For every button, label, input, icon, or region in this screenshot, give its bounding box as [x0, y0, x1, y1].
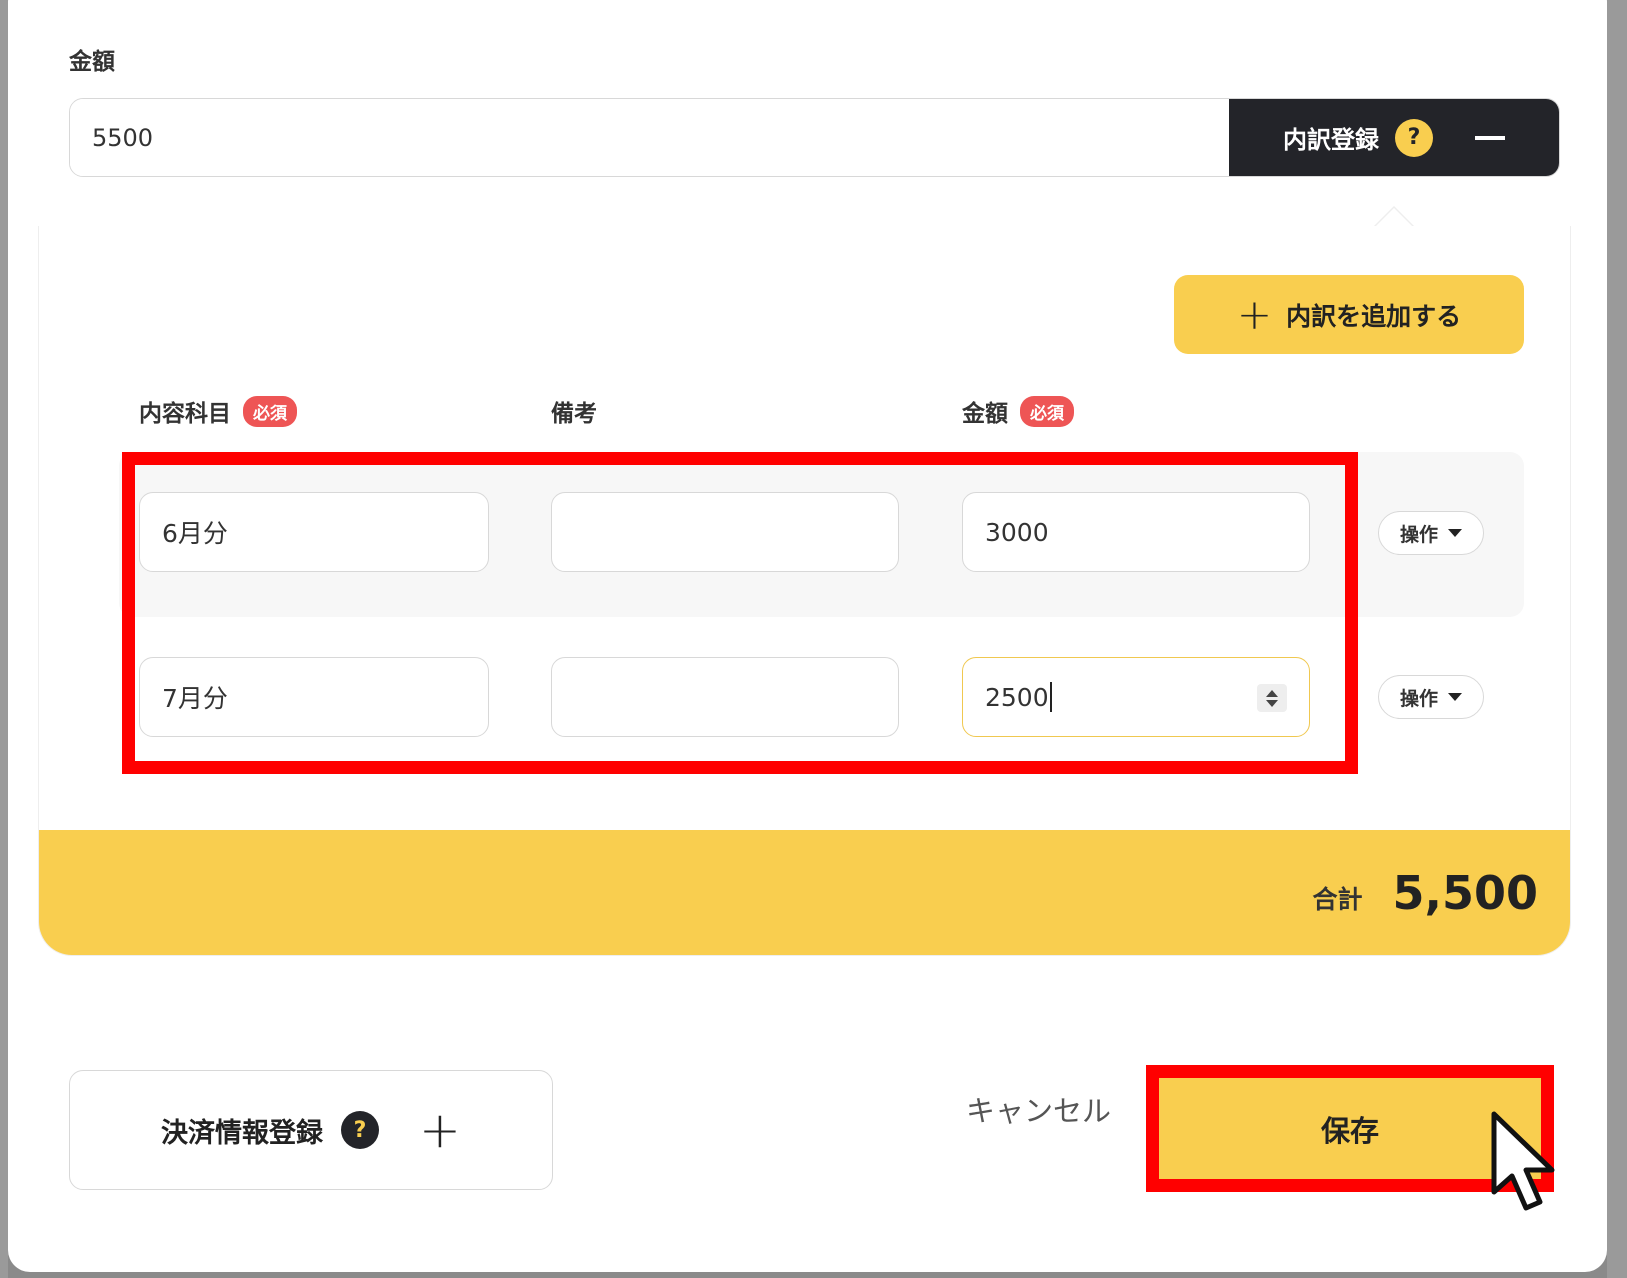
- required-badge: 必須: [243, 395, 297, 427]
- help-icon[interactable]: ?: [1395, 118, 1433, 157]
- plus-icon: +: [1236, 289, 1273, 339]
- amount-row: 内訳登録 ?: [69, 98, 1560, 177]
- amount-input[interactable]: [70, 99, 1229, 176]
- row-operation-dropdown[interactable]: 操作: [1378, 511, 1484, 555]
- operation-label: 操作: [1399, 523, 1438, 546]
- cancel-button[interactable]: キャンセル: [966, 1088, 1111, 1130]
- required-badge: 必須: [1020, 395, 1074, 427]
- total-value: 5,500: [1392, 866, 1538, 920]
- backdrop-left: [0, 0, 8, 1278]
- payment-info-label: 決済情報登録: [161, 1117, 324, 1149]
- operation-label: 操作: [1399, 687, 1438, 710]
- plus-icon: +: [419, 1101, 461, 1159]
- row-operation-dropdown[interactable]: 操作: [1378, 675, 1484, 719]
- column-header-item: 内容科目 必須: [139, 394, 297, 428]
- save-button[interactable]: 保存: [1159, 1078, 1541, 1179]
- add-breakdown-button[interactable]: + 内訳を追加する: [1174, 275, 1524, 354]
- add-breakdown-label: 内訳を追加する: [1286, 301, 1462, 331]
- caret-down-icon: [1448, 529, 1462, 537]
- column-header-amount-label: 金額: [962, 401, 1008, 427]
- backdrop-right: [1607, 0, 1627, 1278]
- total-label: 合計: [1312, 885, 1363, 914]
- mouse-pointer-icon: [1491, 1111, 1555, 1211]
- modal-dialog: 金額 内訳登録 ? + 内訳を追加する 内容科目 必須 備考 金額 必須 6月分…: [8, 0, 1607, 1272]
- column-header-amount: 金額 必須: [962, 394, 1074, 428]
- column-header-item-label: 内容科目: [139, 401, 231, 427]
- amount-label: 金額: [69, 49, 115, 75]
- help-icon[interactable]: ?: [341, 1111, 380, 1149]
- column-header-note: 備考: [551, 394, 597, 428]
- column-header-note-label: 備考: [551, 401, 597, 427]
- caret-down-icon: [1448, 693, 1462, 701]
- highlight-box-rows: [122, 452, 1358, 774]
- breakdown-toggle-button[interactable]: 内訳登録 ?: [1229, 99, 1559, 176]
- panel-caret-inner: [1376, 208, 1412, 226]
- breakdown-toggle-label: 内訳登録: [1283, 126, 1379, 154]
- minus-icon: [1475, 135, 1505, 140]
- breakdown-panel: + 内訳を追加する 内容科目 必須 備考 金額 必須 6月分 3000 操作 7…: [38, 226, 1571, 956]
- total-bar: 合計 5,500: [39, 830, 1570, 955]
- payment-info-button[interactable]: 決済情報登録 ? +: [69, 1070, 553, 1190]
